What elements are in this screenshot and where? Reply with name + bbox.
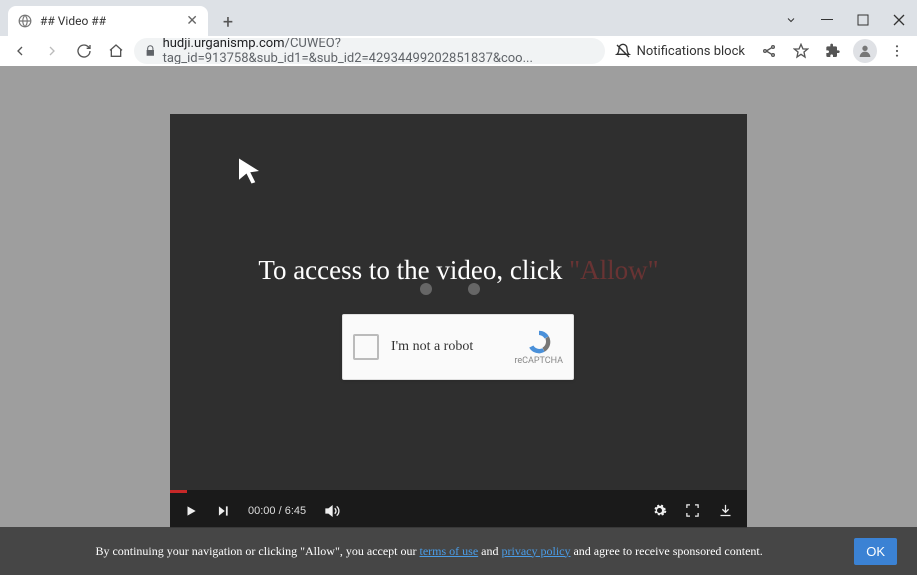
- share-icon[interactable]: [755, 37, 783, 65]
- tab-close-icon[interactable]: ✕: [186, 13, 198, 29]
- extensions-icon[interactable]: [819, 37, 847, 65]
- notifications-status[interactable]: Notifications block: [609, 43, 751, 59]
- next-icon[interactable]: [216, 504, 230, 518]
- cursor-icon: [234, 156, 264, 190]
- player-controls: 00:00 / 6:45: [170, 493, 747, 528]
- forward-button: [38, 37, 66, 65]
- tab-active[interactable]: ## Video ## ✕: [8, 6, 208, 36]
- gear-icon[interactable]: [652, 503, 667, 518]
- avatar-icon: [853, 39, 877, 63]
- tab-title: ## Video ##: [40, 14, 178, 28]
- access-message: To access to the video, click "Allow": [170, 255, 747, 286]
- consent-bar: By continuing your navigation or clickin…: [0, 527, 917, 575]
- new-tab-button[interactable]: +: [214, 8, 242, 36]
- reload-button[interactable]: [70, 37, 98, 65]
- privacy-link[interactable]: privacy policy: [502, 544, 571, 558]
- recaptcha-icon: [525, 328, 553, 356]
- recaptcha-brand: reCAPTCHA: [514, 328, 563, 366]
- address-bar[interactable]: hudji.urganismp.com/CUWEO?tag_id=913758&…: [134, 38, 605, 64]
- lock-icon: [144, 43, 157, 59]
- recaptcha-widget[interactable]: I'm not a robot reCAPTCHA: [342, 314, 574, 380]
- tabstrip: ## Video ## ✕ +: [0, 0, 242, 36]
- back-button[interactable]: [6, 37, 34, 65]
- titlebar: ## Video ## ✕ +: [0, 0, 917, 36]
- minimize-button[interactable]: [809, 4, 845, 36]
- fullscreen-icon[interactable]: [685, 503, 700, 518]
- url-text: hudji.urganismp.com/CUWEO?tag_id=913758&…: [163, 38, 595, 64]
- recaptcha-checkbox[interactable]: [353, 334, 379, 360]
- ok-button[interactable]: OK: [854, 538, 897, 565]
- maximize-button[interactable]: [845, 4, 881, 36]
- recaptcha-label: I'm not a robot: [379, 339, 514, 355]
- menu-button[interactable]: [883, 37, 911, 65]
- chevron-down-icon[interactable]: [773, 4, 809, 36]
- browser-chrome: ## Video ## ✕ + hudji.urganismp.com/CUWE…: [0, 0, 917, 66]
- download-icon[interactable]: [718, 503, 733, 518]
- play-icon[interactable]: [184, 504, 198, 518]
- toolbar: hudji.urganismp.com/CUWEO?tag_id=913758&…: [0, 36, 917, 66]
- volume-icon[interactable]: [324, 503, 340, 519]
- terms-link[interactable]: terms of use: [420, 544, 479, 558]
- profile-button[interactable]: [851, 37, 879, 65]
- window-controls: [773, 4, 917, 36]
- consent-text: By continuing your navigation or clickin…: [20, 543, 838, 560]
- globe-icon: [18, 14, 32, 28]
- bell-off-icon: [615, 43, 631, 59]
- star-icon[interactable]: [787, 37, 815, 65]
- time-display: 00:00 / 6:45: [248, 505, 306, 517]
- close-button[interactable]: [881, 4, 917, 36]
- home-button[interactable]: [102, 37, 130, 65]
